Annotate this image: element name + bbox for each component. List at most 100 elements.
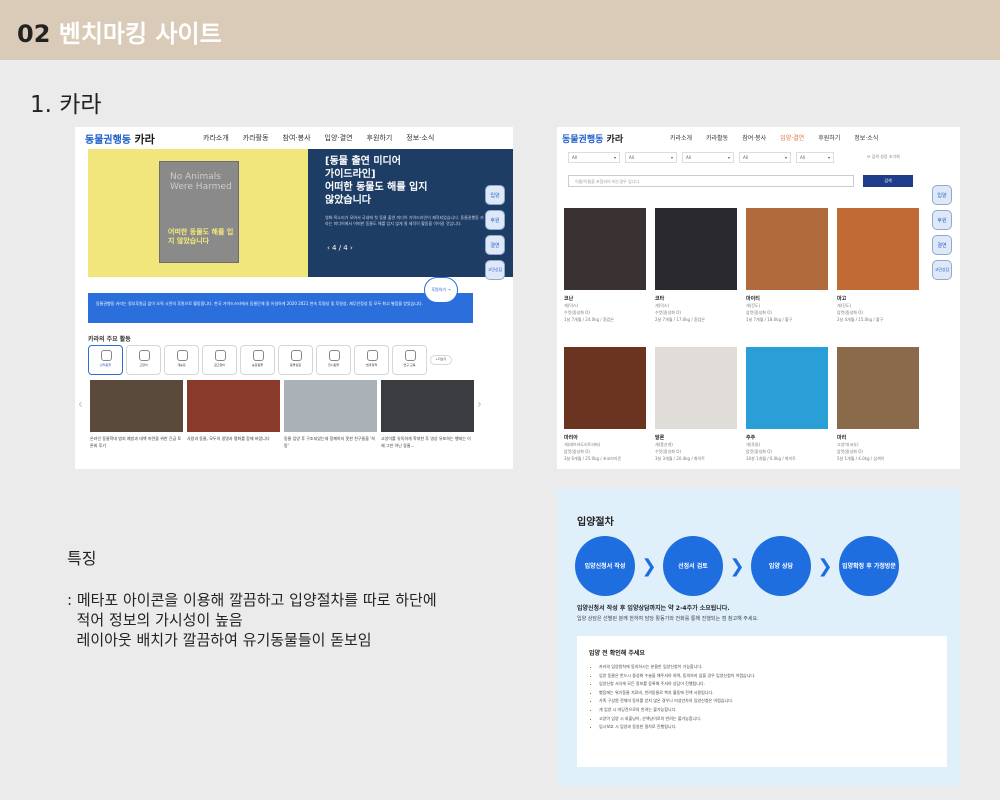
news-list: 온라인 동물학대 범죄 예방과 대책 마련을 위한 긴급 토론회 후기 사람과 … <box>90 380 474 449</box>
animal-photo <box>837 347 919 429</box>
step-circle: 선정서 검토 <box>663 536 723 596</box>
hero-title: [동물 출연 미디어 가이드라인] 어떠한 동물도 해를 입지 않았습니다 <box>325 156 428 206</box>
checklist-item: 입양 동물은 반드시 중성화 수술을 해주셔야 하며, 동의하지 않을 경우 입… <box>599 672 939 681</box>
search-input[interactable]: 이름/이름을 포함되어 버는경우 입니다. <box>568 175 854 187</box>
hero-description: 영화·목소리가 모여서 국내에 첫 동물 출연 미디어 가이드라인이 제작되었습… <box>325 215 484 226</box>
filter-select[interactable]: All ▾ <box>682 152 734 163</box>
chevron-right-icon: ❯ <box>729 555 745 577</box>
logo[interactable]: 동물권행동 카라 <box>85 131 155 147</box>
animal-card[interactable]: 마이티 개(진도) 암컷(중성화 O) 1살 7개월 / 18.0kg / 황구 <box>746 208 828 347</box>
animal-card[interactable]: 코난 개(믹스) 수컷(중성화 O) 1살 7개월 / 24.0kg / 흰검은 <box>564 208 646 347</box>
menu-item[interactable]: 카라활동 <box>706 133 728 142</box>
chevron-right-icon: ❯ <box>817 555 833 577</box>
menu-item[interactable]: 입양·결연 <box>325 133 353 143</box>
site-name: 1. 카라 <box>30 92 102 118</box>
animal-card[interactable]: 주주 개(푸들) 암컷(중성화 O) 10살 1개월 / 6.0kg / 화이트 <box>746 347 828 469</box>
chevron-down-icon: ▾ <box>727 155 730 160</box>
chevron-down-icon: ▾ <box>784 155 787 160</box>
chevron-right-icon: ❯ <box>641 555 657 577</box>
adopt-icon[interactable]: 입양 <box>932 185 952 205</box>
filter-select[interactable]: All ▾ <box>796 152 834 163</box>
activity-icon <box>253 350 264 361</box>
animal-grid: 코난 개(믹스) 수컷(중성화 O) 1살 7개월 / 24.0kg / 흰검은 코타… <box>564 208 919 469</box>
chat-icon[interactable]: 고민상담 <box>485 260 505 280</box>
news-prev-icon[interactable]: ‹ <box>78 397 83 411</box>
hero-pager[interactable]: ‹ 4 / 4 › <box>327 244 353 252</box>
process-steps: 입양신청서 작성 ❯ 선정서 검토 ❯ 입양 상담 ❯ 입양확정 후 가정방문 <box>575 536 899 596</box>
main-menu: 카라소개 카라활동 참여·봉사 입양·결연 후원하기 정보·소식 <box>203 133 434 143</box>
checklist-item: 고양이 입양 시 외출냥이, 산책냥이로의 반려는 불가능합니다. <box>599 715 939 724</box>
donate-icon[interactable]: 후원 <box>932 210 952 230</box>
news-next-icon[interactable]: › <box>477 397 482 411</box>
features-title: 특징 <box>67 549 97 568</box>
animal-photo <box>655 347 737 429</box>
adoption-screenshot: 동물권행동 카라 카라소개 카라활동 참여·봉사 입양·결연 후원하기 정보·소… <box>557 127 960 469</box>
news-item[interactable]: 동물 입양 후 구조되었는데 함께하지 못한 친구들을 '희망' <box>284 380 377 449</box>
animal-card[interactable]: 마리아 개(래브라도리트리버) 암컷(중성화 O) 3살 6개월 / 25.0kg /… <box>564 347 646 469</box>
checklist: 카라의 입양원칙에 동의하시는 분들만 입양신청이 가능합니다. 입양 동물은 … <box>599 663 939 732</box>
animal-card[interactable]: 마리 고양이(코숏) 암컷(중성화 O) 5살 1개월 / 4.0kg / 삼색이 <box>837 347 919 469</box>
news-item[interactable]: 고양이를 유독하게 학대한 후 영상 유포하는 행태는 이제 그만 아닌 동물.… <box>381 380 474 449</box>
notice-banner: 동물권행동 카라는 정부후원금 없이 오직 시민의 후원으로 활동합니다. 한국… <box>88 293 473 323</box>
activity-icon <box>101 350 112 361</box>
activities-title: 카라의 주요 활동 <box>88 336 131 343</box>
checklist-item: 가족 구성원 전체의 동의를 얻지 않은 경우나 미성년자의 입양신청은 어렵습… <box>599 697 939 706</box>
filter-select[interactable]: All ▾ <box>568 152 620 163</box>
menu-item[interactable]: 참여·봉사 <box>283 133 311 143</box>
checklist-item: 했음에는 위기동물 치료비, 반려동물로 복지 활동에 전액 사용됩니다. <box>599 689 939 698</box>
reset-filters-link[interactable]: ⟳ 검색 설정 초기화 <box>867 154 900 160</box>
menu-item[interactable]: 카라활동 <box>243 133 269 143</box>
activity-item[interactable]: 길고양이 <box>202 345 237 375</box>
animal-card[interactable]: 마고 개(진도) 암컷(중성화 O) 2살 4개월 / 15.0kg / 황구 <box>837 208 919 347</box>
process-subnote: 입양 상담은 선별된 분께 한하여 담당 활동가와 전화를 통해 진행되는 점 … <box>577 616 759 622</box>
step-circle: 입양 상담 <box>751 536 811 596</box>
menu-item[interactable]: 참여·봉사 <box>742 133 766 142</box>
activity-item[interactable]: 동물실험 <box>278 345 313 375</box>
donate-button[interactable]: 후원하기 → <box>424 277 458 303</box>
menu-item[interactable]: 카라소개 <box>670 133 692 142</box>
activity-item[interactable]: 연구·교육 <box>392 345 427 375</box>
activity-item[interactable]: 법과정책 <box>354 345 389 375</box>
process-title: 입양절차 <box>577 517 614 528</box>
activity-item[interactable]: 전시동물 <box>316 345 351 375</box>
animal-card[interactable]: 코타 개(믹스) 수컷(중성화 O) 2살 7개월 / 17.0kg / 흰검은 <box>655 208 737 347</box>
features-text: : 메타포 아이콘을 이용해 깔끔하고 입양절차를 따로 하단에 적어 정보의 … <box>67 591 437 649</box>
animal-photo <box>564 347 646 429</box>
quick-menu: 입양 후원 결연 고민상담 <box>932 185 952 280</box>
chat-icon[interactable]: 고민상담 <box>932 260 952 280</box>
logo[interactable]: 동물권행동 카라 <box>562 132 623 145</box>
news-item[interactable]: 온라인 동물학대 범죄 예방과 대책 마련을 위한 긴급 토론회 후기 <box>90 380 183 449</box>
news-photo <box>187 380 280 432</box>
news-item[interactable]: 사람과 동물, 모두의 생명과 평화를 함께 바랍니다 <box>187 380 280 449</box>
search-button[interactable]: 검색 <box>863 175 913 187</box>
title-bar: 02 벤치마킹 사이트 <box>0 0 1000 60</box>
activity-item[interactable]: 고양이 <box>126 345 161 375</box>
menu-item-active[interactable]: 입양·결연 <box>780 133 804 142</box>
sponsor-icon[interactable]: 결연 <box>932 235 952 255</box>
activity-icon <box>367 350 378 361</box>
activity-item[interactable]: 반려동물 <box>88 345 123 375</box>
adopt-icon[interactable]: 입양 <box>485 185 505 205</box>
menu-item[interactable]: 정보·소식 <box>854 133 878 142</box>
menu-item[interactable]: 카라소개 <box>203 133 229 143</box>
activity-item[interactable]: 개농장 <box>164 345 199 375</box>
more-button[interactable]: +더보기 <box>430 355 452 365</box>
checklist-title: 입양 전 확인해 주세요 <box>589 650 645 657</box>
menu-item[interactable]: 후원하기 <box>367 133 393 143</box>
animal-card[interactable]: 말론 개(풍산개) 수컷(중성화 O) 3살 3개월 / 20.4kg / 화이트 <box>655 347 737 469</box>
activity-icon <box>139 350 150 361</box>
step-circle: 입양확정 후 가정방문 <box>839 536 899 596</box>
animal-photo <box>655 208 737 290</box>
filter-select[interactable]: All ▾ <box>739 152 791 163</box>
menu-item[interactable]: 정보·소식 <box>406 133 434 143</box>
filter-select[interactable]: All ▾ <box>625 152 677 163</box>
animal-photo <box>746 347 828 429</box>
sponsor-icon[interactable]: 결연 <box>485 235 505 255</box>
chevron-down-icon: ▾ <box>670 155 673 160</box>
quick-menu: 입양 후원 결연 고민상담 <box>485 185 505 280</box>
activity-item[interactable]: 농장동물 <box>240 345 275 375</box>
filter-bar: All ▾ All ▾ All ▾ All ▾ All ▾ <box>568 152 834 163</box>
donate-icon[interactable]: 후원 <box>485 210 505 230</box>
animal-photo <box>564 208 646 290</box>
menu-item[interactable]: 후원하기 <box>818 133 840 142</box>
